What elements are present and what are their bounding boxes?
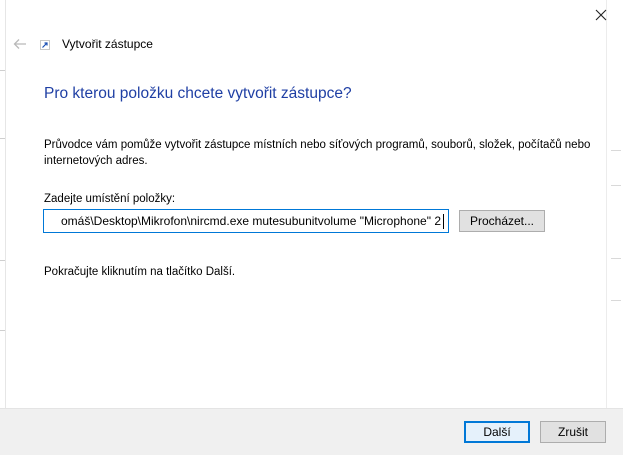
location-input-value: omáš\Desktop\Mikrofon\nircmd.exe mutesub… [60,214,441,228]
text-caret [443,213,444,229]
next-button[interactable]: Další [464,421,530,443]
back-arrow-icon [13,39,26,49]
wizard-description: Průvodce vám pomůže vytvořit zástupce mí… [44,139,591,167]
background-window-edge-right [606,0,623,408]
back-button[interactable] [10,35,30,53]
cancel-button[interactable]: Zrušit [540,421,606,443]
close-icon [595,9,607,21]
close-button[interactable] [587,4,615,26]
create-shortcut-window: Vytvořit zástupce Pro kterou položku chc… [0,0,623,455]
location-input[interactable]: omáš\Desktop\Mikrofon\nircmd.exe mutesub… [43,209,449,233]
next-hint: Pokračujte kliknutím na tlačítko Další. [44,266,236,278]
browse-button[interactable]: Procházet... [459,210,545,232]
page-heading: Pro kterou položku chcete vytvořit zástu… [44,85,352,102]
shortcut-icon [40,40,50,50]
background-window-edge-left [0,0,6,455]
location-label: Zadejte umístění položky: [44,193,176,205]
window-title: Vytvořit zástupce [62,37,153,51]
